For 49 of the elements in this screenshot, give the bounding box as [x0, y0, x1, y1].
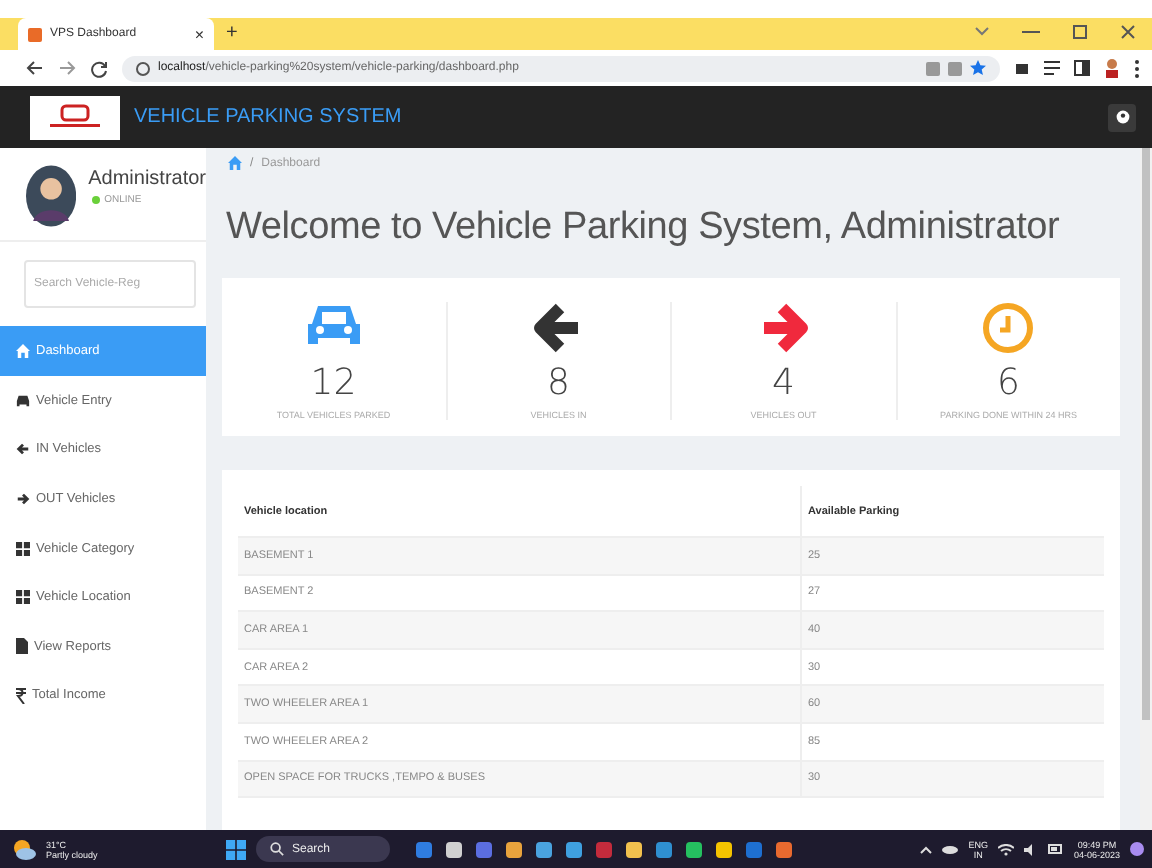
logo-icon — [30, 95, 120, 139]
app-title: VEHICLE PARKING SYSTEM — [134, 106, 402, 128]
cloud-icon[interactable] — [942, 844, 959, 854]
search-icon — [269, 842, 284, 856]
star-icon[interactable] — [970, 60, 986, 76]
stat-value: 12 — [310, 362, 357, 404]
close-icon[interactable] — [1120, 24, 1136, 40]
user-name: Administrator — [88, 168, 206, 190]
online-status-icon — [92, 196, 101, 204]
weather-icon — [12, 838, 36, 860]
grid-icon — [16, 541, 30, 556]
back-icon[interactable] — [26, 60, 44, 76]
notification-icon[interactable] — [1130, 842, 1144, 856]
stat-value: 4 — [772, 362, 795, 404]
stat-value: 8 — [547, 362, 570, 404]
playlist-icon[interactable] — [1044, 60, 1060, 76]
minimize-icon[interactable] — [1022, 30, 1040, 34]
left-arrow-icon — [16, 442, 30, 457]
car-icon — [16, 393, 30, 408]
avatar-icon — [26, 162, 77, 230]
maximize-icon[interactable] — [1072, 24, 1088, 40]
wifi-icon[interactable] — [997, 843, 1014, 855]
grid-icon — [16, 590, 30, 605]
rupee-icon — [16, 687, 26, 704]
chevron-up-icon[interactable] — [920, 845, 933, 853]
reload-icon[interactable] — [90, 59, 108, 77]
start-icon[interactable] — [225, 839, 246, 859]
close-icon[interactable]: × — [194, 25, 204, 43]
battery-icon[interactable] — [1047, 844, 1064, 854]
info-icon — [136, 61, 150, 75]
chevron-down-icon[interactable] — [974, 26, 990, 38]
new-tab-button[interactable]: + — [226, 22, 238, 44]
forward-icon[interactable] — [58, 60, 76, 76]
file-icon — [16, 638, 28, 655]
stat-value: 6 — [997, 362, 1020, 404]
sidebar-icon[interactable] — [1074, 60, 1090, 76]
clock-icon — [982, 302, 1035, 354]
more-icon[interactable] — [1134, 59, 1140, 77]
right-arrow-icon — [759, 302, 808, 354]
user-icon — [1115, 109, 1129, 125]
right-arrow-icon — [16, 491, 30, 506]
home-icon — [16, 344, 30, 358]
profile-avatar-icon[interactable] — [1104, 58, 1120, 78]
page-heading: Welcome to Vehicle Parking System, Administrator — [226, 206, 1062, 250]
home-icon[interactable] — [228, 156, 242, 170]
app-favicon-icon — [28, 27, 42, 41]
user-menu-button[interactable] — [1108, 103, 1136, 131]
left-arrow-icon — [534, 302, 583, 354]
speaker-icon[interactable] — [1023, 843, 1038, 855]
